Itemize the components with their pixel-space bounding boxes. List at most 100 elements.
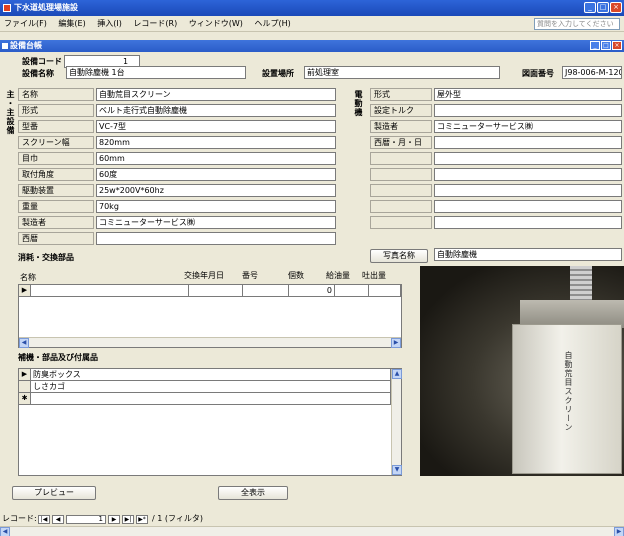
main-row-value[interactable]: 自動荒目スクリーン bbox=[96, 88, 336, 101]
motor-row-label bbox=[370, 152, 432, 165]
help-search-input[interactable]: 質問を入力してください bbox=[534, 18, 620, 30]
name-label: 設備名称 bbox=[22, 69, 54, 78]
code-label: 設備コード bbox=[22, 57, 62, 66]
form-restore-icon[interactable]: □ bbox=[601, 41, 611, 50]
name-field[interactable]: 自動除塵機 1台 bbox=[66, 66, 246, 79]
form-controls: _ □ × bbox=[590, 41, 622, 50]
new-record-icon[interactable]: ▶* bbox=[136, 515, 148, 524]
vlabel-char: ・ bbox=[6, 99, 15, 108]
new-row-icon[interactable]: ✱ bbox=[19, 393, 31, 405]
window-title: 下水道処理場施設 bbox=[0, 0, 624, 16]
main-row-value[interactable]: コミニューターサービス㈱ bbox=[96, 216, 336, 229]
scroll-left-icon[interactable]: ◀ bbox=[0, 527, 10, 536]
main-row-label: 目巾 bbox=[18, 152, 94, 165]
main-row-label: 重量 bbox=[18, 200, 94, 213]
photo-name-field[interactable]: 自動除塵機 bbox=[434, 248, 622, 261]
form-close-icon[interactable]: × bbox=[612, 41, 622, 50]
main-row-value[interactable]: 820mm bbox=[96, 136, 336, 149]
drawing-field[interactable]: J98-006-M-120 bbox=[562, 66, 622, 79]
consumable-name-cell[interactable] bbox=[31, 285, 189, 297]
vlabel-char: 動 bbox=[354, 99, 363, 108]
consumables-col-name: 名称 bbox=[20, 273, 36, 282]
next-record-icon[interactable]: ▶ bbox=[108, 515, 120, 524]
scroll-right-icon[interactable]: ▶ bbox=[391, 338, 401, 348]
form-hscroll[interactable]: ◀ ▶ bbox=[0, 526, 624, 536]
drawing-label: 図面番号 bbox=[522, 69, 554, 78]
consumables-hscroll[interactable]: ◀ ▶ bbox=[19, 337, 401, 348]
consumable-discharge-cell[interactable] bbox=[369, 285, 401, 297]
close-icon[interactable]: × bbox=[610, 2, 622, 13]
consumable-qty-cell[interactable]: 0 bbox=[289, 285, 335, 297]
consumable-oil-cell[interactable] bbox=[335, 285, 369, 297]
main-row-value[interactable]: VC-7型 bbox=[96, 120, 336, 133]
main-row-label: 取付角度 bbox=[18, 168, 94, 181]
consumable-number-cell[interactable] bbox=[243, 285, 289, 297]
part-cell[interactable] bbox=[31, 393, 391, 405]
menu-records[interactable]: レコード(R) bbox=[133, 19, 177, 28]
motor-row-label bbox=[370, 200, 432, 213]
main-row-label: 駆動装置 bbox=[18, 184, 94, 197]
menu-insert[interactable]: 挿入(I) bbox=[97, 19, 122, 28]
motor-row-value[interactable]: コミニューターサービス㈱ bbox=[434, 120, 622, 133]
consumables-grid[interactable]: ▶ 0 ◀ ▶ bbox=[18, 284, 402, 348]
motor-row-value[interactable] bbox=[434, 216, 622, 229]
photo-name-label: 写真名称 bbox=[370, 249, 428, 263]
motor-row-value[interactable]: 屋外型 bbox=[434, 88, 622, 101]
main-equipment-vertical-label: 主 ・ 主 設 備 bbox=[6, 90, 15, 135]
motor-row-value[interactable] bbox=[434, 136, 622, 149]
scroll-down-icon[interactable]: ▼ bbox=[392, 465, 402, 475]
main-row-value[interactable]: 60度 bbox=[96, 168, 336, 181]
main-row-label: 製造者 bbox=[18, 216, 94, 229]
motor-row-value[interactable] bbox=[434, 104, 622, 117]
first-record-icon[interactable]: |◀ bbox=[38, 515, 50, 524]
part-cell[interactable]: しさカゴ bbox=[31, 381, 391, 393]
scroll-right-icon[interactable]: ▶ bbox=[614, 527, 624, 536]
maximize-icon[interactable]: □ bbox=[597, 2, 609, 13]
menu-help[interactable]: ヘルプ(H) bbox=[254, 19, 290, 28]
current-record-field[interactable]: 1 bbox=[66, 515, 106, 524]
menu-bar: ファイル(F) 編集(E) 挿入(I) レコード(R) ウィンドウ(W) ヘルプ… bbox=[0, 16, 624, 32]
motor-row-label: 製造者 bbox=[370, 120, 432, 133]
window-controls: _ □ × bbox=[584, 2, 622, 13]
motor-row-value[interactable] bbox=[434, 200, 622, 213]
consumables-col-discharge: 吐出量 bbox=[362, 271, 386, 280]
parts-title: 補機・部品及び付属品 bbox=[18, 353, 98, 362]
consumables-title: 消耗・交換部品 bbox=[18, 253, 74, 262]
scroll-up-icon[interactable]: ▲ bbox=[392, 369, 402, 379]
main-row-value[interactable]: 25w*200V*60hz bbox=[96, 184, 336, 197]
row-selector[interactable] bbox=[19, 381, 31, 393]
main-row-value[interactable]: 70kg bbox=[96, 200, 336, 213]
prev-record-icon[interactable]: ◀ bbox=[52, 515, 64, 524]
main-row-label: 型番 bbox=[18, 120, 94, 133]
form-icon bbox=[2, 43, 8, 49]
form-body: 設備コード 1 設備名称 自動除塵機 1台 設置場所 前処理室 図面番号 J98… bbox=[4, 52, 624, 524]
menu-window[interactable]: ウィンドウ(W) bbox=[189, 19, 243, 28]
location-field[interactable]: 前処理室 bbox=[304, 66, 500, 79]
parts-vscroll[interactable]: ▲ ▼ bbox=[391, 369, 402, 475]
last-record-icon[interactable]: ▶| bbox=[122, 515, 134, 524]
menu-edit[interactable]: 編集(E) bbox=[58, 19, 85, 28]
preview-button[interactable]: プレビュー bbox=[12, 486, 96, 500]
motor-vertical-label: 電 動 機 bbox=[354, 90, 363, 117]
menu-file[interactable]: ファイル(F) bbox=[4, 19, 47, 28]
motor-row-value[interactable] bbox=[434, 184, 622, 197]
main-row-value[interactable]: ベルト走行式自動除塵機 bbox=[96, 104, 336, 117]
consumables-col-qty: 個数 bbox=[288, 271, 304, 280]
motor-row-label bbox=[370, 184, 432, 197]
part-cell[interactable]: 防臭ボックス bbox=[31, 369, 391, 381]
motor-row-label bbox=[370, 216, 432, 229]
minimize-icon[interactable]: _ bbox=[584, 2, 596, 13]
main-row-value[interactable]: 60mm bbox=[96, 152, 336, 165]
motor-row-value[interactable] bbox=[434, 168, 622, 181]
main-row-label: 西暦 bbox=[18, 232, 94, 245]
scroll-left-icon[interactable]: ◀ bbox=[19, 338, 29, 348]
parts-grid[interactable]: ▶ 防臭ボックス しさカゴ ✱ ▲ ▼ bbox=[18, 368, 402, 476]
vlabel-char: 機 bbox=[354, 108, 363, 117]
main-row-value[interactable] bbox=[96, 232, 336, 245]
consumable-date-cell[interactable] bbox=[189, 285, 243, 297]
form-minimize-icon[interactable]: _ bbox=[590, 41, 600, 50]
row-selector[interactable]: ▶ bbox=[19, 285, 31, 297]
motor-row-value[interactable] bbox=[434, 152, 622, 165]
show-all-button[interactable]: 全表示 bbox=[218, 486, 288, 500]
row-selector[interactable]: ▶ bbox=[19, 369, 31, 381]
